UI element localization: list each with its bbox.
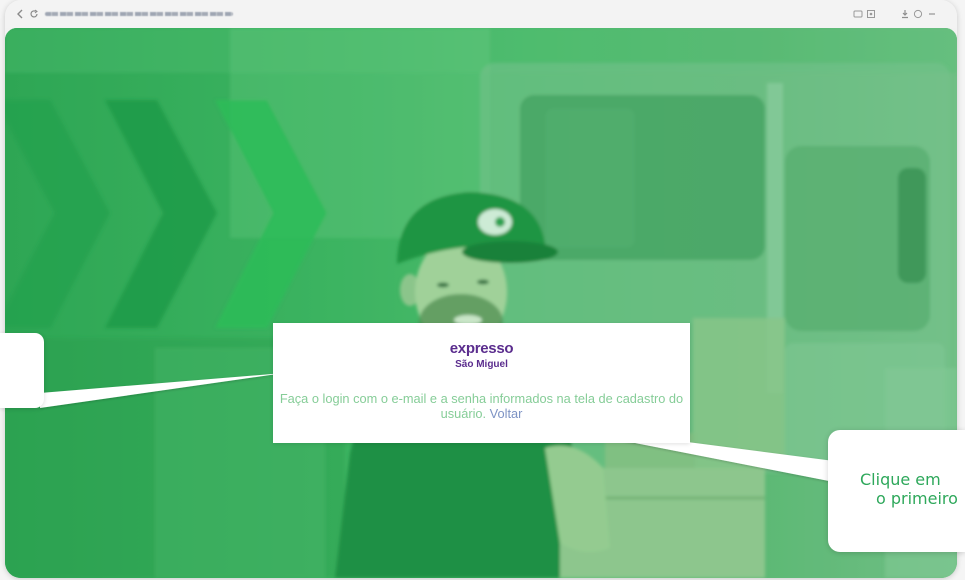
back-link[interactable]: Voltar xyxy=(490,406,523,421)
login-message-card: expresso São Miguel Faça o login com o e… xyxy=(273,323,690,443)
brand-logo-line1: expresso xyxy=(449,340,514,357)
page-viewport xyxy=(5,28,957,578)
browser-toolbar xyxy=(5,0,957,28)
tour-callout-line1: Clique em xyxy=(860,470,941,489)
address-url-blurred xyxy=(45,12,233,16)
translate-icon[interactable] xyxy=(853,9,863,19)
tour-callout-line2: o primeiro xyxy=(876,489,958,508)
brand-logo-line2: São Miguel xyxy=(455,359,508,370)
download-icon[interactable] xyxy=(900,9,910,19)
profile-icon[interactable] xyxy=(913,9,923,19)
tour-callout-left xyxy=(0,333,44,408)
background-photo xyxy=(5,28,957,578)
tour-backdrop-tint xyxy=(5,28,957,578)
menu-icon[interactable] xyxy=(927,9,937,19)
screenshot-icon[interactable] xyxy=(866,9,876,19)
back-arrow-icon[interactable] xyxy=(15,9,25,19)
address-bar[interactable] xyxy=(45,10,237,19)
login-instruction-text: Faça o login com o e-mail e a senha info… xyxy=(279,391,684,421)
browser-window xyxy=(5,0,957,578)
tour-callout-right: Clique em o primeiro xyxy=(828,430,965,552)
reload-icon[interactable] xyxy=(29,9,39,19)
login-instruction: Faça o login com o e-mail e a senha info… xyxy=(274,391,689,421)
